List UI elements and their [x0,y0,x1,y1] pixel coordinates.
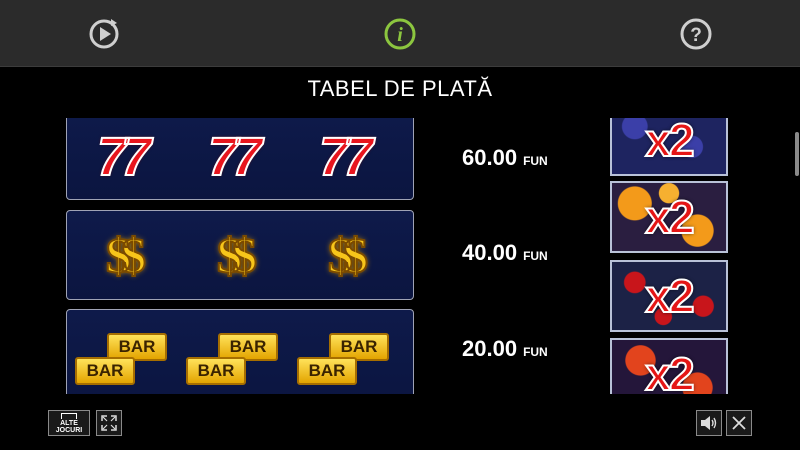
expand-icon [101,415,117,431]
multiplier-tile-grapes: x2 [610,118,728,176]
replay-button[interactable] [84,14,124,54]
bar-symbol: BAR BAR [182,310,282,394]
payout-seven: 60.00 FUN [462,145,548,170]
help-icon: ? [680,18,712,50]
close-icon [732,416,746,430]
replay-icon [89,19,119,49]
multiplier-tile-cherries: x2 [610,260,728,332]
dollar-symbol: $$ [105,226,147,284]
page-title: TABEL DE PLATĂ [307,76,493,101]
multiplier-tile-oranges: x2 [610,181,728,253]
paytable[interactable]: 77 77 77 60.00 FUN x2 $$ $$ $$ 40.00 FUN x… [0,118,800,394]
home-icon [61,412,77,419]
symbol-row-dollar: $$ $$ $$ [66,210,414,300]
speaker-icon [701,416,717,430]
dollar-symbol: $$ [216,226,258,284]
other-games-button[interactable]: ALTE JOCURI [48,410,90,436]
dollar-symbol: $$ [327,226,369,284]
symbol-row-seven: 77 77 77 [66,118,414,200]
svg-text:i: i [397,24,403,46]
bar-symbol: BAR BAR [293,310,393,394]
sound-button[interactable] [696,410,722,436]
payout-bar: 20.00 FUN [462,336,548,361]
seven-symbol: 77 [318,126,374,188]
top-bar: i ? [0,0,800,67]
payout-dollar: 40.00 FUN [462,240,548,265]
info-icon: i [384,18,416,50]
close-button[interactable] [726,410,752,436]
fullscreen-button[interactable] [96,410,122,436]
bar-symbol: BAR BAR [71,310,171,394]
svg-text:?: ? [690,25,702,46]
scrollbar-thumb[interactable] [795,132,799,176]
symbol-row-bar: BAR BAR BAR BAR BAR BAR [66,309,414,394]
multiplier-tile-tomatoes: x2 [610,338,728,394]
info-button[interactable]: i [380,14,420,54]
seven-symbol: 77 [96,126,152,188]
seven-symbol: 77 [207,126,263,188]
help-button[interactable]: ? [676,14,716,54]
